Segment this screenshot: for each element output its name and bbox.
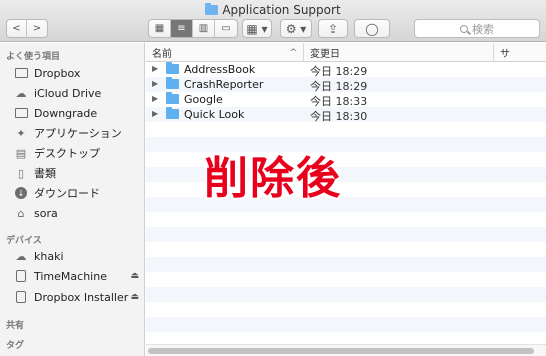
empty-row (146, 302, 546, 317)
folder-icon (205, 3, 219, 15)
empty-row (146, 242, 546, 257)
window-title-text: Application Support (222, 3, 341, 17)
horizontal-scrollbar[interactable] (146, 344, 546, 356)
disclosure-triangle-icon[interactable]: ▶ (152, 64, 158, 73)
sidebar-header-shared: 共有 (6, 321, 25, 331)
disclosure-triangle-icon[interactable]: ▶ (152, 79, 158, 88)
sidebar-item-label: 書類 (34, 167, 56, 180)
folder-icon (166, 62, 179, 74)
sidebar-header-devices: デバイス (6, 236, 42, 246)
sidebar: よく使う項目 Dropbox ☁ iCloud Drive Downgrade … (0, 43, 145, 356)
search-placeholder: 検索 (472, 22, 494, 36)
sidebar-item-home[interactable]: ⌂ sora (0, 203, 145, 223)
overlay-caption: 削除後 (204, 153, 342, 204)
sidebar-item-dropbox[interactable]: Dropbox (0, 63, 145, 83)
sidebar-item-label: Dropbox (34, 66, 81, 80)
column-name[interactable]: 名前 ^ (146, 43, 304, 62)
scrollbar-thumb[interactable] (148, 348, 534, 354)
view-mode-segment: ▦ ≡ ▥ ▭ (148, 19, 238, 38)
column-size[interactable]: サ (494, 43, 546, 62)
sidebar-header-tags: タグ (6, 341, 25, 351)
arrange-button[interactable]: ▦ ▾ (242, 19, 272, 38)
window-title: Application Support (0, 3, 546, 17)
table-row[interactable]: ▶ Quick Look 今日 18:30 (146, 107, 546, 123)
column-name-label: 名前 (152, 49, 172, 60)
sidebar-item-khaki[interactable]: ☁ khaki (0, 246, 145, 266)
sidebar-item-timemachine[interactable]: TimeMachine ⏏ (0, 266, 145, 286)
cloud-icon: ☁ (15, 249, 27, 263)
empty-row (146, 257, 546, 272)
sidebar-item-desktop[interactable]: ▤ デスクトップ (0, 143, 145, 163)
disclosure-triangle-icon[interactable]: ▶ (152, 94, 158, 103)
tag-button[interactable]: ◯ (354, 19, 390, 38)
column-size-label: サ (500, 49, 510, 60)
folder-icon (166, 107, 179, 119)
empty-row (146, 317, 546, 332)
finder-window: Application Support < > ▦ ≡ ▥ ▭ ▦ ▾ ⚙ ▾ … (0, 0, 546, 356)
sidebar-item-label: khaki (34, 249, 64, 263)
row-name: Google (184, 93, 223, 106)
sidebar-header-favorites: よく使う項目 (6, 52, 61, 62)
table-row[interactable]: ▶ Google 今日 18:33 (146, 92, 546, 108)
empty-row (146, 272, 546, 287)
title-bar: Application Support < > ▦ ≡ ▥ ▭ ▦ ▾ ⚙ ▾ … (0, 0, 546, 42)
sidebar-item-label: TimeMachine (34, 269, 107, 283)
sidebar-item-label: Downgrade (34, 106, 98, 120)
sidebar-item-label: iCloud Drive (34, 86, 102, 100)
empty-row (146, 227, 546, 242)
icon-view-button[interactable]: ▦ (149, 20, 171, 37)
sidebar-item-label: アプリケーション (34, 127, 122, 140)
applications-icon: ✦ (16, 126, 26, 140)
search-icon (460, 24, 468, 33)
column-date[interactable]: 変更日 (304, 43, 494, 62)
forward-button[interactable]: > (27, 20, 47, 37)
back-button[interactable]: < (7, 20, 27, 37)
sidebar-item-downloads[interactable]: ↓ ダウンロード (0, 183, 145, 203)
nav-buttons: < > (6, 19, 48, 38)
sidebar-item-applications[interactable]: ✦ アプリケーション (0, 123, 145, 143)
downloads-icon: ↓ (14, 187, 28, 199)
column-header: 名前 ^ 変更日 サ (146, 43, 546, 62)
sidebar-item-icloud-drive[interactable]: ☁ iCloud Drive (0, 83, 145, 103)
row-name: CrashReporter (184, 78, 264, 91)
empty-row (146, 287, 546, 302)
cover-flow-button[interactable]: ▭ (215, 20, 237, 37)
column-date-label: 変更日 (310, 49, 340, 60)
sidebar-item-label: デスクトップ (34, 147, 100, 160)
eject-icon[interactable]: ⏏ (130, 292, 139, 302)
drive-icon (14, 291, 28, 303)
desktop-icon: ▤ (15, 146, 27, 160)
cloud-icon: ☁ (15, 86, 27, 100)
table-row[interactable]: ▶ AddressBook 今日 18:29 (146, 62, 546, 78)
list-view-button[interactable]: ≡ (171, 20, 193, 37)
share-button[interactable]: ⇪ (318, 19, 348, 38)
sidebar-item-downgrade[interactable]: Downgrade (0, 103, 145, 123)
row-name: AddressBook (184, 63, 256, 76)
row-name: Quick Look (184, 108, 245, 121)
search-input[interactable]: 検索 (414, 19, 540, 38)
folder-icon (166, 77, 179, 89)
column-view-button[interactable]: ▥ (193, 20, 215, 37)
sort-arrow-icon: ^ (289, 47, 297, 58)
table-row[interactable]: ▶ CrashReporter 今日 18:29 (146, 77, 546, 93)
home-icon: ⌂ (17, 206, 25, 220)
documents-icon: ▯ (17, 166, 25, 180)
empty-row (146, 122, 546, 137)
sidebar-item-documents[interactable]: ▯ 書類 (0, 163, 145, 183)
sidebar-item-label: ダウンロード (34, 187, 100, 200)
folder-icon (14, 67, 28, 79)
action-button[interactable]: ⚙ ▾ (280, 19, 312, 38)
eject-icon[interactable]: ⏏ (130, 271, 139, 281)
empty-row (146, 212, 546, 227)
drive-icon (14, 270, 28, 282)
sidebar-item-label: Dropbox Installer (34, 290, 129, 304)
folder-icon (166, 92, 179, 104)
sidebar-item-dropbox-installer[interactable]: Dropbox Installer ⏏ (0, 287, 145, 307)
folder-icon (14, 107, 28, 119)
disclosure-triangle-icon[interactable]: ▶ (152, 109, 158, 118)
sidebar-item-label: sora (34, 206, 58, 220)
